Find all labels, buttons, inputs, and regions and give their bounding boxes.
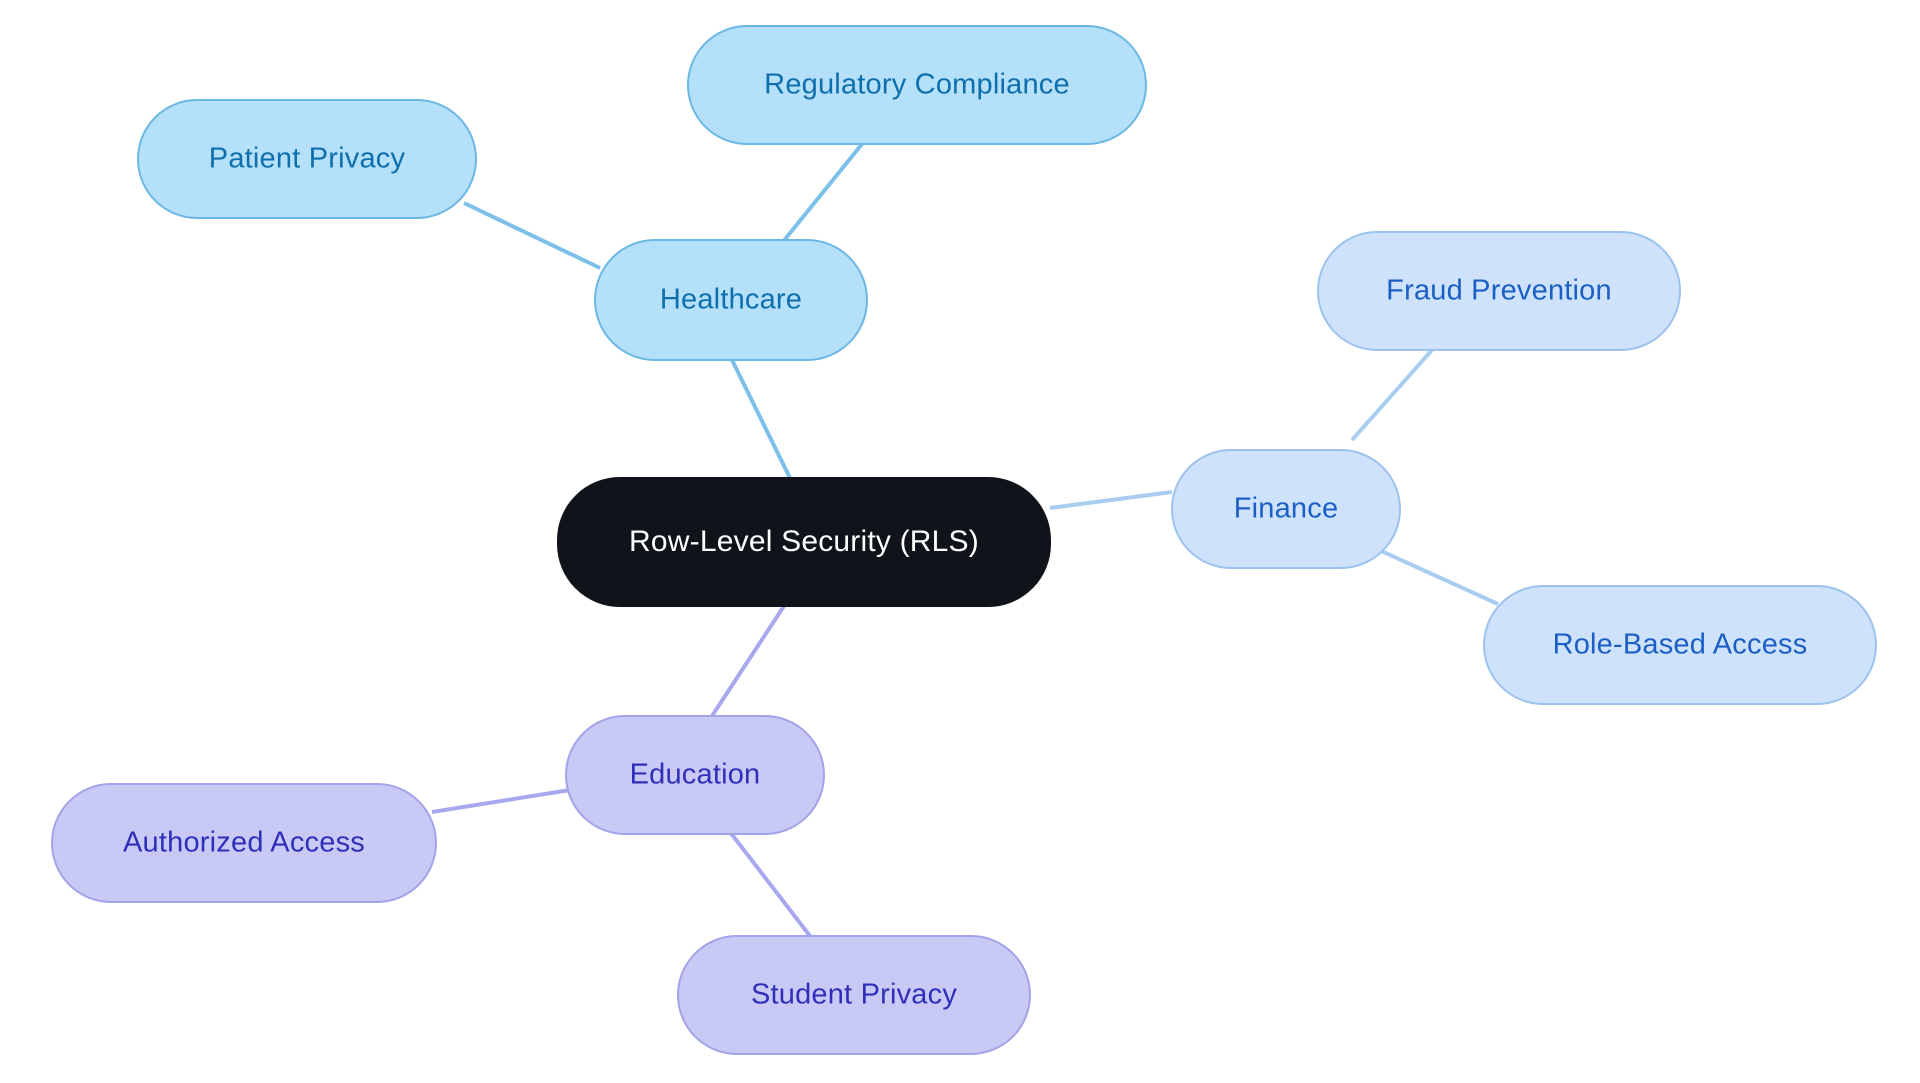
leaf-student-privacy-label: Student Privacy xyxy=(751,979,957,1011)
leaf-role-based-access-label: Role-Based Access xyxy=(1553,629,1808,661)
branch-education-label: Education xyxy=(630,759,761,791)
node-authorized-access[interactable]: Authorized Access xyxy=(51,783,437,903)
node-education[interactable]: Education xyxy=(565,715,825,835)
node-finance[interactable]: Finance xyxy=(1171,449,1401,569)
branch-finance-label: Finance xyxy=(1234,493,1339,525)
leaf-authorized-access-label: Authorized Access xyxy=(123,827,365,859)
mindmap-canvas: Patient Privacy Regulatory Compliance Frau… xyxy=(0,0,1920,1083)
root-label: Row-Level Security (RLS) xyxy=(629,525,979,558)
branch-healthcare-label: Healthcare xyxy=(660,284,802,316)
node-healthcare[interactable]: Healthcare xyxy=(594,239,868,361)
node-regulatory-compliance[interactable]: Regulatory Compliance xyxy=(687,25,1147,145)
node-student-privacy[interactable]: Student Privacy xyxy=(677,935,1031,1055)
leaf-regulatory-compliance-label: Regulatory Compliance xyxy=(764,69,1070,101)
leaf-fraud-prevention-label: Fraud Prevention xyxy=(1386,275,1612,307)
leaf-patient-privacy-label: Patient Privacy xyxy=(209,143,406,175)
node-root[interactable]: Row-Level Security (RLS) xyxy=(557,477,1051,607)
node-role-based-access[interactable]: Role-Based Access xyxy=(1483,585,1877,705)
node-fraud-prevention[interactable]: Fraud Prevention xyxy=(1317,231,1681,351)
node-patient-privacy[interactable]: Patient Privacy xyxy=(137,99,477,219)
